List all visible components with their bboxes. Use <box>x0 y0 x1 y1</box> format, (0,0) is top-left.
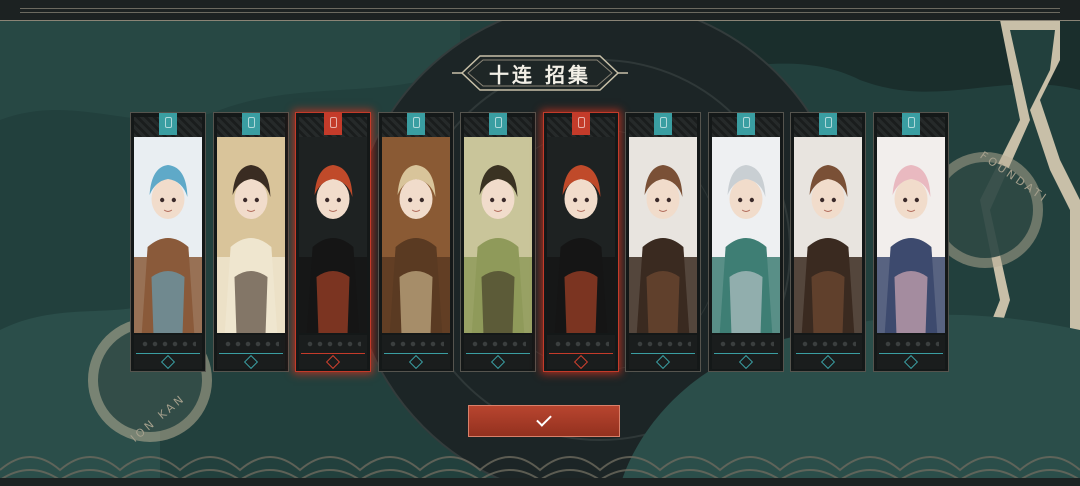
footer-dots <box>882 340 939 348</box>
card-footer <box>629 335 697 370</box>
card-bookmark-tab <box>324 113 342 135</box>
rarity-emblem-icon <box>490 354 506 370</box>
confirm-button[interactable] <box>468 405 620 437</box>
footer-line <box>631 353 695 354</box>
card-footer <box>464 335 532 370</box>
result-card[interactable] <box>377 112 454 372</box>
character-portrait <box>299 137 367 333</box>
banner-title: 十连 招集 <box>489 62 591 87</box>
character-portrait <box>794 137 862 333</box>
rarity-emblem-icon <box>408 354 423 370</box>
card-bookmark-tab <box>489 113 507 135</box>
card-bookmark-tab <box>571 113 590 135</box>
recruit-results <box>130 112 950 374</box>
card-footer <box>299 335 367 370</box>
card-bookmark-tab <box>901 113 920 135</box>
character-portrait <box>464 137 532 333</box>
rarity-emblem-icon <box>820 354 836 370</box>
footer-dots <box>222 340 279 348</box>
card-footer <box>546 335 615 370</box>
rarity-emblem-icon <box>573 354 588 370</box>
result-card[interactable] <box>460 112 536 372</box>
card-bookmark-tab <box>159 113 177 135</box>
card-bookmark-tab <box>736 113 755 135</box>
card-footer <box>876 335 945 370</box>
result-card[interactable] <box>212 112 289 372</box>
card-footer <box>711 335 780 370</box>
footer-line <box>136 353 200 354</box>
footer-line <box>466 353 530 354</box>
rarity-emblem-icon <box>903 354 918 370</box>
footer-dots <box>470 340 526 348</box>
footer-line <box>796 353 860 354</box>
footer-dots <box>800 340 856 348</box>
character-portrait <box>876 137 945 333</box>
character-portrait <box>546 137 615 333</box>
footer-dots <box>552 340 609 348</box>
character-portrait <box>216 137 285 333</box>
character-portrait <box>711 137 780 333</box>
card-footer <box>216 335 285 370</box>
rarity-emblem-icon <box>325 354 341 370</box>
rarity-emblem-icon <box>160 354 176 370</box>
result-card[interactable] <box>625 112 701 372</box>
top-frame-border <box>0 0 1080 21</box>
character-portrait <box>381 137 450 333</box>
rarity-emblem-icon <box>243 354 258 370</box>
result-card[interactable] <box>130 112 206 372</box>
banner-title-plaque: 十连 招集 <box>452 52 628 94</box>
footer-dots <box>140 340 196 348</box>
card-bookmark-tab <box>654 113 672 135</box>
card-footer <box>794 335 862 370</box>
character-portrait <box>134 137 202 333</box>
rarity-emblem-icon <box>655 354 671 370</box>
result-card[interactable] <box>295 112 371 372</box>
card-footer <box>134 335 202 370</box>
footer-line <box>301 353 365 354</box>
card-bookmark-tab <box>819 113 837 135</box>
card-bookmark-tab <box>406 113 425 135</box>
result-card[interactable] <box>790 112 866 372</box>
footer-dots <box>635 340 691 348</box>
result-card[interactable] <box>707 112 784 372</box>
footer-dots <box>387 340 444 348</box>
result-card[interactable] <box>872 112 949 372</box>
card-bookmark-tab <box>241 113 260 135</box>
footer-dots <box>717 340 774 348</box>
character-portrait <box>629 137 697 333</box>
footer-dots <box>305 340 361 348</box>
check-icon <box>536 411 552 427</box>
card-footer <box>381 335 450 370</box>
result-card[interactable] <box>542 112 619 372</box>
rarity-emblem-icon <box>738 354 753 370</box>
